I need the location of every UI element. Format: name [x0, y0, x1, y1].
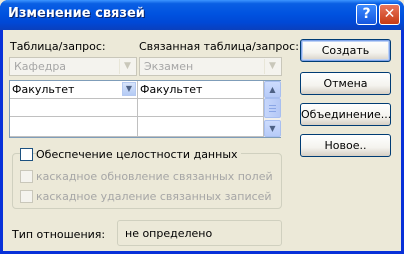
scroll-down-icon[interactable]: ▼	[264, 120, 281, 137]
relationship-type-value: не определено	[125, 227, 213, 240]
help-button[interactable]: ?	[356, 4, 377, 25]
grid-cell-table-field[interactable]	[10, 117, 138, 137]
dialog-title: Изменение связей	[8, 6, 145, 21]
related-table-query-label: Связанная таблица/запрос:	[139, 40, 299, 53]
scroll-up-icon[interactable]: ▲	[264, 81, 281, 98]
scroll-thumb[interactable]	[264, 98, 281, 118]
cascade-update-label: каскадное обновление связанных полей	[36, 170, 273, 183]
grid-cell-related-field[interactable]: Факультет	[138, 81, 264, 99]
grid-cell-text: Факультет	[140, 83, 203, 96]
chevron-down-icon: ▼	[119, 59, 135, 74]
cascade-update-checkbox[interactable]	[20, 170, 33, 183]
cascade-delete-label: каскадное удаление связанных записей	[36, 190, 272, 203]
close-button[interactable]: ✕	[379, 4, 400, 25]
title-bar[interactable]: Изменение связей ? ✕	[0, 0, 404, 30]
table-query-label: Таблица/запрос:	[10, 40, 106, 53]
grid-vertical-scrollbar[interactable]: ▲ ▼	[264, 81, 281, 137]
relationship-type-field: не определено	[117, 220, 282, 246]
chevron-down-icon: ▼	[264, 59, 280, 74]
enforce-integrity-label: Обеспечение целостности данных	[36, 148, 241, 161]
chevron-down-icon[interactable]: ▼	[122, 82, 136, 96]
related-table-query-value: Экзамен	[144, 60, 194, 73]
enforce-integrity-checkbox[interactable]	[20, 148, 33, 161]
field-mapping-grid: Факультет ▼ Факультет ▲ ▼	[9, 80, 281, 138]
relationship-type-label: Тип отношения:	[12, 228, 106, 241]
join-type-button[interactable]: Объединение...	[300, 103, 391, 126]
create-new-button[interactable]: Новое..	[300, 134, 391, 157]
grid-cell-related-field[interactable]	[138, 99, 264, 117]
grid-cell-text: Факультет	[12, 83, 75, 96]
cascade-delete-checkbox[interactable]	[20, 190, 33, 203]
table-query-value: Кафедра	[14, 60, 67, 73]
table-query-combo: Кафедра ▼	[9, 57, 137, 76]
grid-cell-table-field[interactable]	[10, 99, 138, 117]
grid-cell-table-field[interactable]: Факультет ▼	[10, 81, 138, 99]
grid-cell-related-field[interactable]	[138, 117, 264, 137]
related-table-query-combo: Экзамен ▼	[139, 57, 282, 76]
create-button[interactable]: Создать	[300, 39, 391, 62]
cancel-button[interactable]: Отмена	[300, 72, 391, 95]
